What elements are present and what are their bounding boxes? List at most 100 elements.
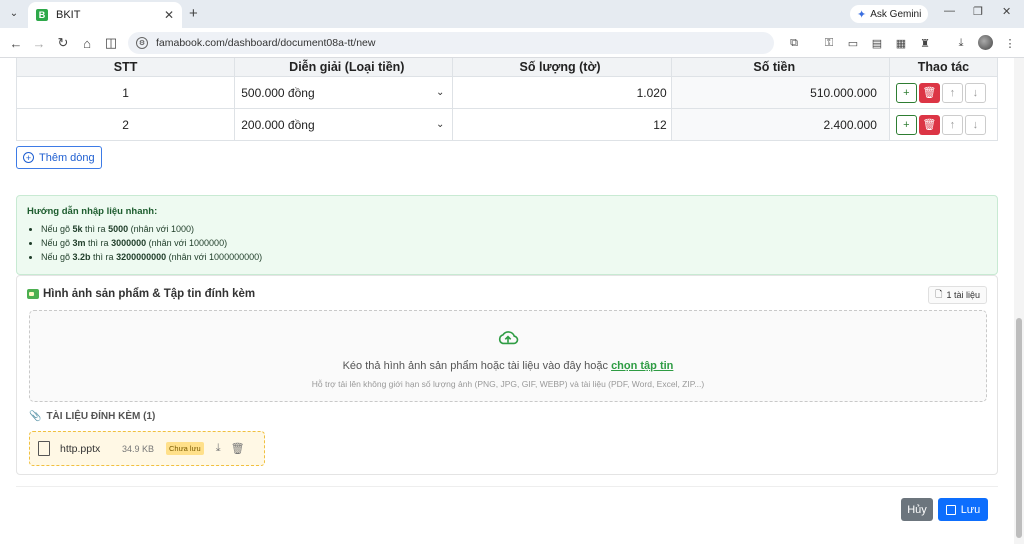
ask-gemini-button[interactable]: ✦ Ask Gemini	[850, 5, 929, 23]
document-icon: 🗋	[935, 289, 943, 299]
guide-text: thì ra	[82, 224, 109, 234]
denomination-value: 200.000 đồng	[241, 117, 315, 132]
move-down-arrow-icon[interactable]: ↓	[964, 82, 986, 103]
guide-text: thì ra	[90, 252, 117, 262]
close-window-icon[interactable]: ✕	[1002, 5, 1011, 18]
guide-key: 3m	[72, 238, 86, 248]
header-stt: STT	[15, 58, 236, 77]
denomination-select[interactable]: 200.000 đồng ⌄	[234, 108, 454, 141]
reading-mode-icon[interactable]: ▤	[870, 36, 884, 50]
address-bar[interactable]: ⚙ famabook.com/dashboard/document08a-tt/…	[128, 32, 774, 54]
move-up-arrow-icon[interactable]: ↑	[941, 82, 963, 103]
chevron-down-icon: ⌄	[436, 87, 445, 98]
side-panel-icon[interactable]: ◫	[103, 35, 119, 51]
download-icon[interactable]: ⤓	[954, 36, 968, 50]
header-actions: Thao tác	[888, 58, 999, 77]
page-content: STT Diễn giải (Loại tiền) Số lượng (tờ) …	[0, 58, 1014, 544]
new-tab-plus-icon[interactable]: +	[189, 5, 198, 22]
save-label: Lưu	[960, 503, 981, 516]
trash-icon[interactable]: 🗑	[231, 442, 245, 455]
quick-input-guide: Hướng dẫn nhập liệu nhanh: Nếu gõ 5k thì…	[16, 195, 998, 275]
download-icon[interactable]: ⤓	[216, 442, 221, 455]
url-text: famabook.com/dashboard/document08a-tt/ne…	[156, 37, 376, 49]
guide-text: thì ra	[85, 238, 112, 248]
row-stt: 2	[15, 108, 236, 141]
incognito-icon[interactable]: ♜	[918, 36, 932, 50]
guide-key: 3.2b	[72, 252, 91, 262]
denomination-value: 500.000 đồng	[241, 85, 315, 100]
tab-groups-icon[interactable]: ▦	[894, 36, 908, 50]
paperclip-icon: 📎	[29, 411, 42, 422]
guide-text: (nhân với 1000000000)	[166, 252, 263, 262]
choose-file-link[interactable]: chọn tập tin	[611, 360, 673, 372]
header-description: Diễn giải (Loại tiền)	[234, 58, 454, 77]
back-arrow-icon[interactable]: ←	[8, 35, 24, 51]
save-button[interactable]: Lưu	[938, 498, 988, 521]
guide-item: Nếu gõ 3m thì ra 3000000 (nhân với 10000…	[41, 236, 987, 250]
cancel-button[interactable]: Hủy	[901, 498, 933, 521]
tab-list-chevron-icon[interactable]: ⌄	[5, 4, 23, 22]
guide-text: Nếu gõ	[41, 252, 73, 262]
guide-value: 5000	[108, 224, 129, 234]
menu-kebab-icon[interactable]: ⋮	[1003, 36, 1017, 50]
browser-toolbar: ← → ↻ ⌂ ◫ ⚙ famabook.com/dashboard/docum…	[0, 28, 1024, 58]
unsaved-badge: Chưa lưu	[166, 442, 204, 455]
add-row-button[interactable]: + Thêm dòng	[16, 146, 102, 169]
add-row-plus-icon[interactable]: +	[895, 82, 917, 103]
denomination-select[interactable]: 500.000 đồng ⌄	[234, 76, 454, 109]
file-size: 34.9 KB	[122, 443, 155, 454]
delete-trash-icon[interactable]: 🗑	[918, 82, 940, 103]
password-key-icon[interactable]: ⚿	[822, 36, 836, 50]
payment-card-icon[interactable]: ▭	[846, 36, 860, 50]
close-tab-icon[interactable]: ✕	[164, 8, 174, 22]
delete-trash-icon[interactable]: 🗑	[918, 114, 940, 135]
chevron-down-icon: ⌄	[436, 119, 445, 130]
guide-title: Hướng dẫn nhập liệu nhanh:	[27, 206, 158, 217]
header-amount: Số tiền	[670, 58, 890, 77]
row-stt: 1	[15, 76, 236, 109]
dropzone-text: Kéo thả hình ảnh sản phẩm hoặc tài liệu …	[30, 360, 986, 372]
browser-tab[interactable]: B BKIT ✕	[28, 2, 182, 28]
amount-value: 2.400.000	[670, 108, 890, 141]
attached-files-heading: 📎 TÀI LIỆU ĐÍNH KÈM (1)	[29, 411, 155, 422]
ask-gemini-label: Ask Gemini	[870, 8, 922, 20]
attachments-panel: Hình ảnh sản phẩm & Tập tin đính kèm 🗋 1…	[16, 275, 998, 475]
file-count-badge: 🗋 1 tài liệu	[928, 286, 987, 304]
file-dropzone[interactable]: Kéo thả hình ảnh sản phẩm hoặc tài liệu …	[29, 310, 987, 402]
quantity-input[interactable]: 1.020	[452, 76, 672, 109]
home-icon[interactable]: ⌂	[79, 35, 95, 51]
attachments-title: Hình ảnh sản phẩm & Tập tin đính kèm	[43, 288, 256, 300]
table-row: 1 500.000 đồng ⌄ 1.020 510.000.000 + 🗑 ↑…	[15, 76, 999, 109]
image-icon	[27, 289, 39, 299]
extensions-icon[interactable]: ⧉	[787, 36, 801, 50]
guide-text: Nếu gõ	[41, 238, 73, 248]
guide-item: Nếu gõ 3.2b thì ra 3200000000 (nhân với …	[41, 250, 987, 264]
row-actions: + 🗑 ↑ ↓	[888, 76, 999, 109]
move-up-arrow-icon[interactable]: ↑	[941, 114, 963, 135]
minimize-icon[interactable]: —	[944, 5, 955, 17]
reload-icon[interactable]: ↻	[55, 35, 71, 51]
quantity-input[interactable]: 12	[452, 108, 672, 141]
site-info-icon[interactable]: ⚙	[136, 37, 148, 49]
site-favicon-icon: B	[36, 9, 48, 21]
guide-text: Nếu gõ	[41, 224, 73, 234]
add-row-plus-icon[interactable]: +	[895, 114, 917, 135]
row-actions: + 🗑 ↑ ↓	[888, 108, 999, 141]
dropzone-subtext: Hỗ trợ tải lên không giới hạn số lượng ả…	[311, 379, 705, 389]
page-scrollbar[interactable]	[1014, 58, 1024, 544]
file-count-label: 1 tài liệu	[946, 290, 980, 300]
form-footer: Hủy Lưu	[16, 486, 998, 544]
browser-tab-bar: ⌄ B BKIT ✕ + ✦ Ask Gemini — ❐ ✕	[0, 0, 1024, 28]
amount-value: 510.000.000	[670, 76, 890, 109]
profile-avatar[interactable]	[978, 35, 993, 50]
file-document-icon	[38, 441, 50, 456]
gemini-sparkle-icon: ✦	[857, 8, 867, 21]
move-down-arrow-icon[interactable]: ↓	[964, 114, 986, 135]
guide-key: 5k	[72, 224, 83, 234]
table-row: 2 200.000 đồng ⌄ 12 2.400.000 + 🗑 ↑ ↓	[15, 108, 999, 141]
restore-icon[interactable]: ❐	[973, 5, 983, 18]
file-name: http.pptx	[60, 442, 101, 455]
scrollbar-thumb[interactable]	[1016, 318, 1022, 538]
guide-value: 3200000000	[116, 252, 167, 262]
forward-arrow-icon[interactable]: →	[31, 35, 47, 51]
